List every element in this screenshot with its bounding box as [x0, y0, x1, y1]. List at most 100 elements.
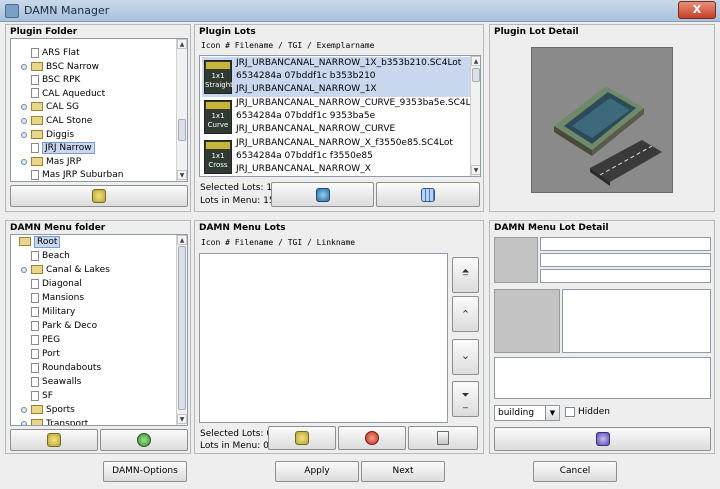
close-button[interactable]: X [678, 1, 716, 19]
tree-item[interactable]: Diagonal [31, 278, 82, 291]
file-icon [31, 88, 39, 99]
scroll-down-arrow[interactable]: ▼ [177, 414, 187, 424]
hidden-checkbox[interactable] [565, 407, 575, 417]
folder-icon [31, 265, 43, 274]
tree-item[interactable]: JRJ Narrow [31, 142, 95, 155]
file-icon [31, 390, 39, 401]
scroll-up-arrow[interactable]: ▲ [471, 56, 480, 66]
tree-item[interactable]: Canal & Lakes [21, 264, 110, 277]
tree-item[interactable]: Diggis [21, 129, 74, 142]
plugin-lots-scrollbar[interactable]: ▲ ▼ [470, 56, 480, 176]
lot-row[interactable]: 1x1 Straight JRJ_URBANCANAL_NARROW_1X_b353… [202, 57, 472, 97]
cancel-button[interactable]: Cancel [533, 461, 617, 482]
remove-x-icon [365, 431, 379, 445]
lot-thumbnail-tag [206, 102, 230, 109]
plugin-folder-title: Plugin Folder [10, 27, 78, 37]
damn-menu-folder-tree[interactable]: Root Beach Canal & Lakes Diagonal Mansions Mi… [10, 234, 188, 426]
tree-item[interactable]: CAL Aqueduct [31, 88, 105, 101]
tree-expand-icon[interactable] [21, 407, 27, 413]
tree-item[interactable]: Sports [21, 404, 75, 417]
tree-item[interactable]: Mas JRP Suburban [31, 169, 124, 181]
scroll-down-arrow[interactable]: ▼ [471, 165, 480, 175]
globe-add-icon [315, 188, 330, 202]
plugin-lot-add-to-menu-button[interactable] [271, 182, 374, 207]
tree-expand-icon[interactable] [21, 118, 27, 124]
tree-item[interactable]: BSC Narrow [21, 61, 99, 74]
damn-menu-refresh-button[interactable] [100, 429, 188, 451]
tree-item[interactable]: BSC RPK [31, 74, 80, 87]
chevron-up-icon: ⌃ [460, 308, 471, 321]
lot-thumbnail-tag [206, 142, 230, 149]
menu-lot-detail-apply-button[interactable] [494, 427, 711, 451]
tree-item[interactable]: Root [19, 236, 61, 249]
damn-menu-lots-header: Icon # Filename / TGI / Linkname [201, 238, 356, 247]
tree-item[interactable]: Roundabouts [31, 362, 101, 375]
menu-lot-edit-button[interactable] [408, 426, 478, 450]
tree-item[interactable]: Military [31, 306, 75, 319]
file-icon [31, 47, 39, 58]
tree-item[interactable]: Park & Deco [31, 320, 97, 333]
tree-item-label: ARS Flat [42, 48, 80, 58]
plugin-lots-title: Plugin Lots [199, 27, 256, 37]
tree-item[interactable]: Mansions [31, 292, 84, 305]
menu-lot-remove-button[interactable] [338, 426, 406, 450]
lot-thumbnail-size: 1x1 [211, 72, 225, 80]
move-down-button[interactable]: ⌄ [452, 339, 479, 375]
tree-item-label: Root [34, 236, 61, 248]
tree-expand-icon[interactable] [21, 158, 27, 165]
double-chevron-up-icon: ⏶ ‾ [461, 266, 470, 285]
scroll-thumb[interactable] [178, 246, 186, 410]
tree-item[interactable]: Mas JRP [21, 156, 81, 169]
damn-menu-add-folder-button[interactable] [10, 429, 98, 451]
tree-expand-icon[interactable] [21, 104, 27, 111]
tree-expand-icon[interactable] [21, 63, 27, 70]
move-up-button[interactable]: ⌃ [452, 296, 479, 332]
tree-expand-icon[interactable] [21, 421, 27, 425]
tree-expand-icon[interactable] [21, 267, 27, 273]
lot-row[interactable]: 1x1 Curve JRJ_URBANCANAL_NARROW_CURVE_9353… [202, 97, 480, 137]
hidden-checkbox-label: Hidden [578, 407, 610, 417]
scroll-thumb[interactable] [472, 68, 480, 82]
menu-lot-add-button[interactable] [268, 426, 336, 450]
plugin-folder-add-button[interactable] [10, 185, 188, 207]
damn-menu-lots-list[interactable] [199, 253, 448, 423]
category-select[interactable]: building ▼ [494, 405, 560, 421]
plugin-folder-tree[interactable]: ARS Flat BSC Narrow BSC RPK CAL Aqueduct CAL… [10, 38, 188, 182]
damn-menu-folder-scrollbar[interactable]: ▲ ▼ [176, 235, 187, 425]
tree-item[interactable]: SF [31, 390, 53, 403]
tree-item[interactable]: Seawalls [31, 376, 81, 389]
tree-expand-icon[interactable] [21, 131, 27, 138]
scroll-up-arrow[interactable]: ▲ [177, 39, 187, 49]
tree-item[interactable]: CAL SG [21, 101, 79, 114]
tree-item[interactable]: CAL Stone [21, 115, 93, 128]
plugin-lot-properties-button[interactable] [376, 182, 480, 207]
plugin-lots-list[interactable]: 1x1 Straight JRJ_URBANCANAL_NARROW_1X_b353… [199, 55, 481, 177]
tree-item[interactable]: ARS Flat [31, 47, 80, 60]
tree-item-label: Transport [46, 419, 89, 426]
file-icon [31, 334, 39, 345]
plugin-folder-scrollbar[interactable]: ▲ ▼ [176, 39, 187, 181]
lot-name-field[interactable] [540, 237, 711, 251]
category-select-value: building [498, 408, 535, 418]
lot-row[interactable]: 1x1 Cross JRJ_URBANCANAL_NARROW_X_f3550e85… [202, 137, 472, 176]
scroll-up-arrow[interactable]: ▲ [177, 235, 187, 245]
lot-notes-field[interactable] [494, 357, 711, 399]
plugin-lots-panel: Plugin Lots Icon # Filename / TGI / Exem… [194, 24, 484, 212]
move-to-top-button[interactable]: ⏶ ‾ [452, 257, 479, 293]
tree-item[interactable]: Transport [21, 418, 89, 426]
next-button[interactable]: Next [361, 461, 445, 482]
tree-item-label: CAL Aqueduct [42, 88, 106, 99]
tree-item[interactable]: PEG [31, 334, 60, 347]
damn-options-button[interactable]: DAMN-Options [103, 461, 187, 482]
lot-link-field[interactable] [540, 269, 711, 283]
lot-description-field[interactable] [562, 289, 711, 353]
tree-item[interactable]: Beach [31, 250, 70, 263]
lot-tgi-field[interactable] [540, 253, 711, 267]
scroll-thumb[interactable] [178, 119, 186, 141]
move-to-bottom-button[interactable]: ⏷ _ [452, 381, 479, 417]
apply-button[interactable]: Apply [275, 461, 359, 482]
tree-item-label: CAL Stone [46, 116, 93, 126]
tree-item[interactable]: Port [31, 348, 60, 361]
damn-menu-lot-detail-panel: DAMN Menu Lot Detail building ▼ Hidden [489, 220, 715, 454]
scroll-down-arrow[interactable]: ▼ [177, 170, 187, 180]
